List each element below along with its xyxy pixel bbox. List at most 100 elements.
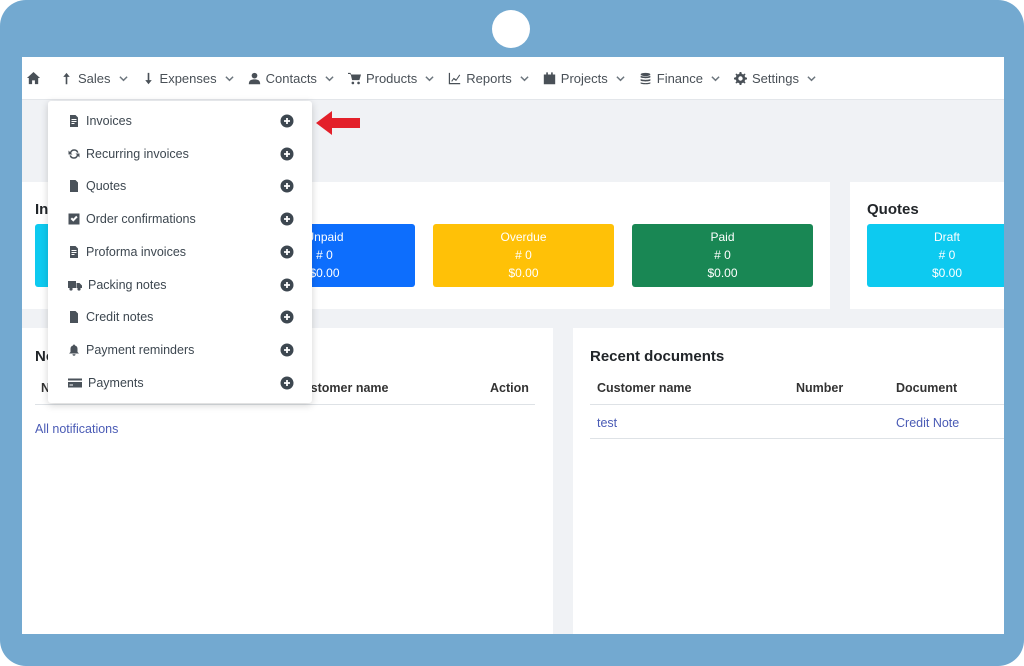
invoices-stat-overdue[interactable]: Overdue # 0 $0.00 <box>433 224 614 287</box>
stat-label: Draft <box>933 230 960 244</box>
bell-icon <box>69 344 79 356</box>
menu-item-order-confirmations[interactable]: Order confirmations <box>48 204 312 234</box>
stat-label: Paid <box>710 230 735 244</box>
nav-expenses-label: Expenses <box>159 70 217 86</box>
stat-count: # 0 <box>938 248 956 262</box>
nav-projects-label: Projects <box>560 70 608 86</box>
stat-amount: $0.00 <box>931 266 963 280</box>
recent-row-customer[interactable]: test <box>597 416 617 430</box>
calendar-icon <box>543 71 555 84</box>
stat-count: # 0 <box>714 248 731 262</box>
nav-contacts[interactable]: Contacts <box>248 71 334 86</box>
home-icon <box>26 71 41 84</box>
nav-sales-label: Sales <box>78 70 111 86</box>
sync-icon <box>68 149 80 159</box>
menu-item-label: Packing notes <box>88 278 167 292</box>
menu-item-payments[interactable]: Payments <box>48 368 312 398</box>
menu-item-invoices[interactable]: Invoices <box>48 106 312 136</box>
plus-circle-icon[interactable] <box>280 278 294 292</box>
chart-icon <box>449 72 461 84</box>
check-square-icon <box>68 213 80 225</box>
device-camera <box>492 10 530 48</box>
invoices-card-title: In <box>35 201 49 218</box>
sales-dropdown-menu: Invoices Recurring invoices Quotes Order… <box>48 101 312 403</box>
nav-settings[interactable]: Settings <box>734 71 816 86</box>
nav-projects[interactable]: Projects <box>543 71 625 86</box>
plus-circle-icon[interactable] <box>280 376 294 390</box>
nav-reports[interactable]: Reports <box>448 71 529 86</box>
nav-contacts-label: Contacts <box>265 70 317 86</box>
file-icon <box>70 311 78 323</box>
chevron-down-icon <box>425 75 434 81</box>
nav-sales[interactable]: Sales <box>60 71 128 86</box>
menu-item-quotes[interactable]: Quotes <box>48 171 312 201</box>
plus-circle-icon[interactable] <box>280 114 294 128</box>
menu-item-credit-notes[interactable]: Credit notes <box>48 302 312 332</box>
nav-finance-label: Finance <box>656 70 703 86</box>
nav-finance[interactable]: Finance <box>639 71 720 86</box>
truck-icon <box>68 281 82 291</box>
menu-item-label: Payments <box>88 376 144 390</box>
menu-item-label: Recurring invoices <box>86 147 189 161</box>
arrow-up-icon <box>63 72 70 84</box>
menu-item-label: Payment reminders <box>86 343 195 357</box>
app-screen: Sales Expenses Contacts Products Reports <box>22 57 1004 634</box>
quotes-summary-card: Quotes Draft # 0 $0.00 <box>850 182 1004 309</box>
chevron-down-icon <box>616 75 625 81</box>
quotes-card-title: Quotes <box>867 201 919 218</box>
nav-expenses[interactable]: Expenses <box>142 71 234 86</box>
nav-home[interactable] <box>26 71 46 86</box>
cart-icon <box>347 72 361 84</box>
annotation-arrow-icon <box>316 111 360 135</box>
recent-header-divider <box>590 404 1004 405</box>
chevron-down-icon <box>711 75 720 81</box>
chevron-down-icon <box>118 75 128 81</box>
stat-label: Overdue <box>500 230 547 244</box>
menu-item-label: Credit notes <box>86 310 154 324</box>
plus-circle-icon[interactable] <box>280 245 294 259</box>
menu-item-recurring-invoices[interactable]: Recurring invoices <box>48 139 312 169</box>
gear-icon <box>734 71 747 85</box>
chevron-down-icon <box>520 75 529 81</box>
plus-circle-icon[interactable] <box>280 179 294 193</box>
file-invoice-icon <box>70 115 78 127</box>
plus-circle-icon[interactable] <box>280 310 294 324</box>
arrow-down-icon <box>144 72 152 84</box>
recent-col-number: Number <box>796 381 844 395</box>
menu-item-label: Invoices <box>86 114 132 128</box>
file-icon <box>70 180 78 192</box>
device-frame: Sales Expenses Contacts Products Reports <box>0 0 1024 666</box>
all-notifications-link[interactable]: All notifications <box>35 422 118 436</box>
coins-icon <box>640 72 651 84</box>
plus-circle-icon[interactable] <box>280 212 294 226</box>
chevron-down-icon <box>325 75 334 81</box>
credit-card-icon <box>68 378 82 388</box>
invoices-stat-paid[interactable]: Paid # 0 $0.00 <box>632 224 813 287</box>
recent-documents-title: Recent documents <box>590 348 725 365</box>
menu-item-proforma-invoices[interactable]: Proforma invoices <box>48 237 312 267</box>
plus-circle-icon[interactable] <box>280 147 294 161</box>
notifications-header-divider <box>35 404 535 405</box>
menu-item-label: Quotes <box>86 179 127 193</box>
recent-row-document[interactable]: Credit Note <box>896 416 959 430</box>
stat-amount: $0.00 <box>508 266 539 280</box>
chevron-down-icon <box>225 75 234 81</box>
notifications-col-action: Action <box>490 381 529 395</box>
file-invoice-icon <box>70 246 78 258</box>
nav-products-label: Products <box>365 70 418 86</box>
nav-products[interactable]: Products <box>347 70 434 86</box>
recent-documents-card: Recent documents Customer name Number Do… <box>573 328 1004 634</box>
stat-amount: $0.00 <box>707 266 738 280</box>
chevron-down-icon <box>807 75 816 81</box>
menu-item-payment-reminders[interactable]: Payment reminders <box>48 335 312 365</box>
recent-row-divider <box>590 438 1004 439</box>
quotes-stat-draft[interactable]: Draft # 0 $0.00 <box>867 224 1004 287</box>
plus-circle-icon[interactable] <box>280 343 294 357</box>
nav-settings-label: Settings <box>752 70 799 86</box>
menu-item-label: Order confirmations <box>86 212 196 226</box>
menu-item-label: Proforma invoices <box>86 245 187 259</box>
stat-count: # 0 <box>515 248 532 262</box>
top-navbar: Sales Expenses Contacts Products Reports <box>22 57 1004 100</box>
menu-item-packing-notes[interactable]: Packing notes <box>48 270 312 300</box>
user-icon <box>248 72 260 84</box>
